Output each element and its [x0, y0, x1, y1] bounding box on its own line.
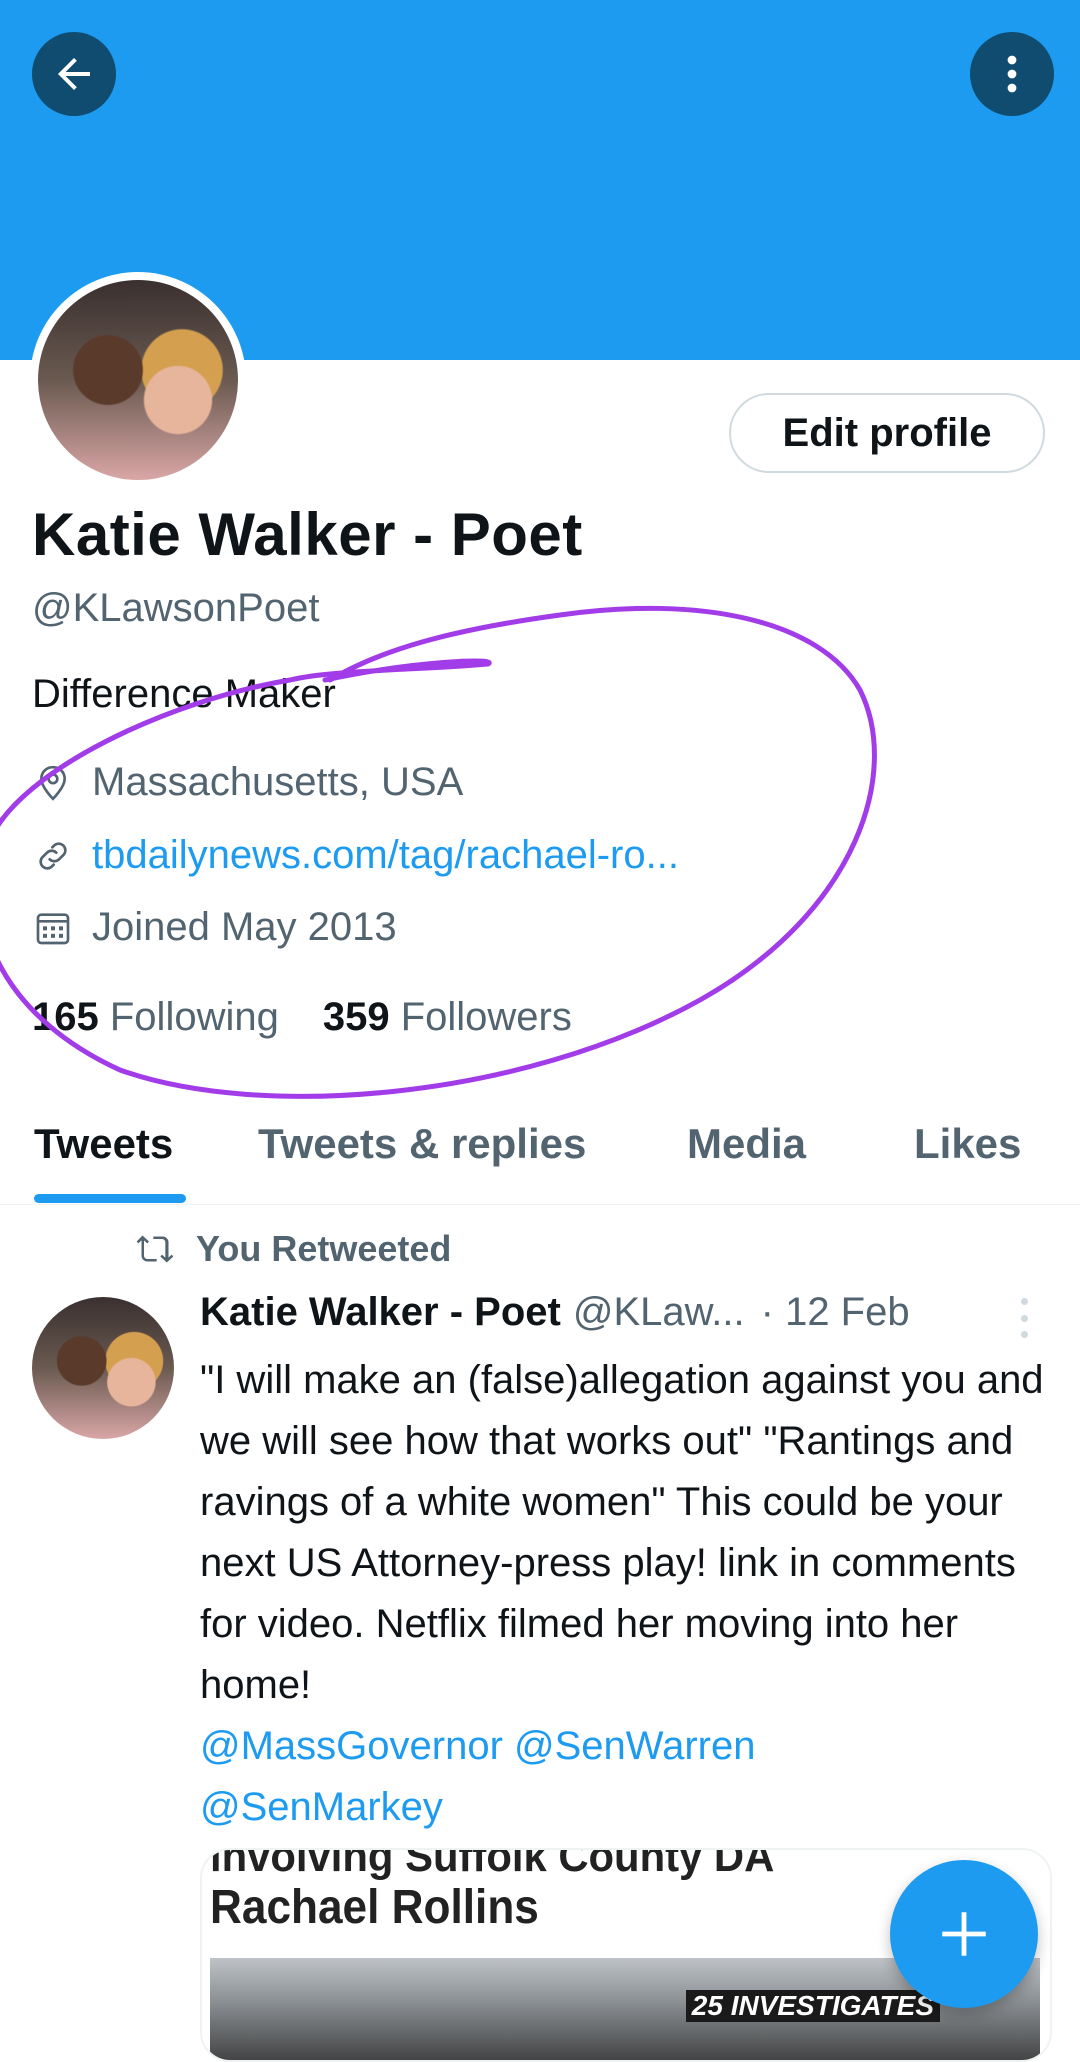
profile-name: Katie Walker - Poet: [32, 501, 583, 568]
website-link[interactable]: tbdailynews.com/tag/rachael-ro...: [92, 833, 679, 878]
tweet-author-avatar[interactable]: [32, 1297, 174, 1439]
active-tab-indicator: [34, 1194, 186, 1203]
arrow-left-icon: [58, 58, 90, 90]
followers-stat[interactable]: 359 Followers: [323, 995, 572, 1040]
location-text: Massachusetts, USA: [92, 760, 464, 804]
joined-text: Joined May 2013: [92, 905, 397, 949]
followers-count: 359: [322, 995, 390, 1039]
tweet-date[interactable]: · 12 Feb: [761, 1290, 910, 1335]
mentions-line-2[interactable]: @SenMarkey: [200, 1777, 1060, 1838]
compose-tweet-button[interactable]: [890, 1860, 1038, 2008]
media-caption-title: Rachael Rollins: [210, 1881, 539, 1934]
tweet-header: Katie Walker - Poet @KLaw... · 12 Feb: [200, 1290, 1040, 1335]
tab-likes[interactable]: Likes: [914, 1120, 1021, 1168]
tab-tweets-replies[interactable]: Tweets & replies: [258, 1120, 586, 1168]
following-count: 165: [32, 995, 99, 1039]
tweet-author-handle[interactable]: @KLaw...: [573, 1290, 745, 1335]
followers-label: Followers: [400, 995, 572, 1039]
tweet-author-name[interactable]: Katie Walker - Poet: [200, 1290, 561, 1335]
following-label: Following: [109, 995, 279, 1039]
back-button[interactable]: [32, 32, 116, 116]
edit-profile-button[interactable]: Edit profile: [729, 393, 1045, 473]
link-icon: [32, 835, 74, 877]
media-badge: 25 INVESTIGATES: [685, 1990, 940, 2022]
profile-bio: Difference Maker: [32, 672, 336, 716]
tweet-more-icon[interactable]: [1016, 1298, 1032, 1338]
tweet-body: "I will make an (false)allegation agains…: [200, 1358, 1044, 1707]
profile-tabs: Tweets Tweets & replies Media Likes: [0, 1110, 1080, 1205]
joined-row: Joined May 2013: [32, 905, 397, 950]
location-pin-icon: [32, 762, 74, 804]
following-stat[interactable]: 165 Following: [32, 995, 279, 1040]
profile-handle: @KLawsonPoet: [32, 586, 320, 630]
plus-icon: [942, 1912, 986, 1956]
avatar-photo: [38, 280, 238, 480]
calendar-icon: [32, 907, 74, 949]
retweet-context: You Retweeted: [132, 1228, 451, 1270]
tweet-mentions: @MassGovernor @SenWarren @SenMarkey: [200, 1716, 1060, 1838]
more-vertical-icon: [1007, 55, 1017, 93]
more-options-button[interactable]: [970, 32, 1054, 116]
retweet-label: You Retweeted: [196, 1228, 452, 1269]
retweet-icon: [136, 1235, 174, 1263]
tab-tweets[interactable]: Tweets: [34, 1120, 173, 1168]
media-caption-top: involving Suffolk County DA: [210, 1848, 775, 1881]
tab-media[interactable]: Media: [687, 1120, 806, 1168]
follow-stats: 165 Following 359 Followers: [32, 995, 572, 1040]
website-row: tbdailynews.com/tag/rachael-ro...: [32, 833, 679, 878]
location-row: Massachusetts, USA: [32, 760, 463, 805]
mentions-line-1[interactable]: @MassGovernor @SenWarren: [200, 1716, 1060, 1777]
profile-avatar[interactable]: [30, 272, 246, 488]
